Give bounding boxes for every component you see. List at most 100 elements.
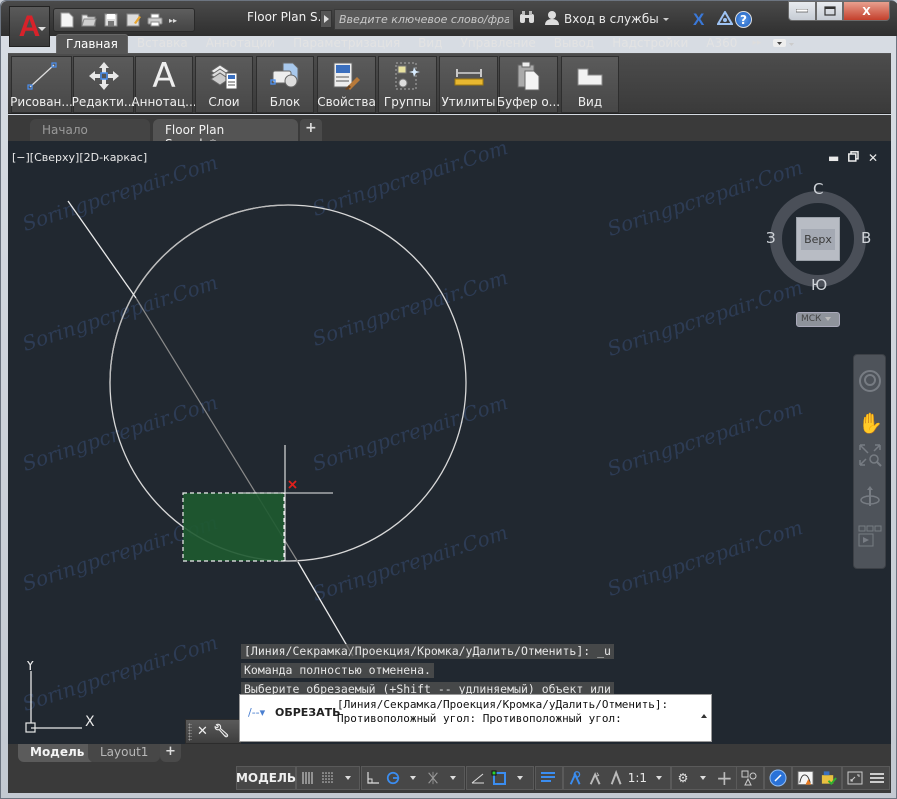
orbit-icon[interactable]: [858, 485, 882, 509]
viewcube-top-face[interactable]: Верх: [796, 217, 840, 261]
add-layout-button[interactable]: +: [160, 744, 181, 762]
line-entity-lower[interactable]: [297, 561, 354, 657]
annotation-scale-icon[interactable]: [609, 768, 623, 788]
a360-icon[interactable]: [716, 10, 734, 29]
tab-a360[interactable]: A360: [697, 34, 746, 54]
search-input[interactable]: [334, 9, 514, 30]
file-tab-floor-plan[interactable]: Floor Plan Sample*✕: [153, 119, 298, 151]
compass-south[interactable]: Ю: [811, 276, 827, 294]
tab-addins[interactable]: Надстройки: [603, 34, 697, 54]
grid-icon[interactable]: [301, 768, 315, 788]
pan-hand-icon[interactable]: ✋: [858, 411, 883, 435]
minimize-button[interactable]: [788, 1, 816, 21]
ortho-icon[interactable]: [366, 768, 380, 788]
application-menu-button[interactable]: A: [9, 6, 50, 47]
groups-icon: [392, 61, 424, 91]
object-snap-tracking-icon[interactable]: [471, 768, 485, 788]
plot-icon[interactable]: [146, 11, 164, 29]
ribbon-properties-panel[interactable]: Свойства: [317, 56, 376, 113]
steering-wheel-icon[interactable]: [858, 369, 882, 393]
ribbon-draw-panel[interactable]: Рисован...: [10, 56, 73, 113]
drag-handle[interactable]: [188, 722, 192, 741]
wcs-menu-button[interactable]: МСК: [796, 312, 840, 327]
close-icon[interactable]: ✕: [197, 724, 208, 739]
tab-manage[interactable]: Управление: [452, 34, 545, 54]
tab-annotate[interactable]: Аннотации: [197, 34, 284, 54]
annotation-scale-value[interactable]: 1:1: [628, 768, 647, 788]
file-tab-start[interactable]: Начало: [30, 119, 150, 141]
help-button[interactable]: ?: [735, 11, 752, 28]
viewcube[interactable]: Верх С Ю В З: [766, 180, 871, 294]
ribbon-minimize-button[interactable]: [767, 34, 801, 54]
isodraft-icon[interactable]: [426, 768, 440, 788]
user-icon[interactable]: [544, 10, 560, 30]
auto-scale-icon[interactable]: [588, 768, 602, 788]
customization-menu-icon[interactable]: [869, 768, 885, 788]
ribbon-utilities-panel[interactable]: Утилиты: [439, 56, 498, 113]
more-tabs-icon[interactable]: ▸▸: [746, 34, 767, 54]
new-icon[interactable]: [58, 11, 76, 29]
command-prompt-text[interactable]: [Линия/Секрамка/Проекция/Кромка/уДалить/…: [337, 698, 668, 726]
isodraft-dropdown[interactable]: [446, 768, 460, 788]
file-tab-start-label: Начало: [42, 123, 88, 137]
layout-tab-model[interactable]: Модель: [18, 744, 97, 762]
command-history-toggle[interactable]: [701, 714, 707, 718]
qat-more-icon[interactable]: ▸▸: [168, 11, 178, 29]
ribbon-view-panel[interactable]: Вид: [561, 56, 619, 113]
compass-east[interactable]: В: [861, 229, 871, 247]
clean-screen-settings-icon[interactable]: [820, 768, 837, 788]
isolate-objects-icon[interactable]: [741, 768, 757, 788]
new-tab-button[interactable]: +: [300, 119, 322, 141]
ribbon-block-panel[interactable]: Блок: [256, 56, 314, 113]
showmotion-icon[interactable]: [858, 525, 882, 549]
tab-home[interactable]: Главная: [56, 34, 128, 54]
ribbon-utilities-label: Утилиты: [441, 95, 496, 109]
gear-icon[interactable]: ⚙: [676, 768, 690, 788]
compass-north[interactable]: С: [813, 180, 823, 198]
ribbon-layers-panel[interactable]: Слои: [195, 56, 253, 113]
ribbon-clipboard-panel[interactable]: Буфер о...: [497, 56, 560, 113]
model-space-group: МОДЕЛЬ: [236, 766, 296, 790]
tab-output[interactable]: Вывод: [545, 34, 603, 54]
save-icon[interactable]: [102, 11, 120, 29]
polar-tracking-dropdown[interactable]: [406, 768, 420, 788]
command-line[interactable]: /‑‑▾ ОБРЕЗАТЬ [Линия/Секрамка/Проекция/К…: [239, 694, 712, 742]
workspace-dropdown[interactable]: [696, 768, 710, 788]
save-as-icon[interactable]: [124, 11, 142, 29]
ribbon-modify-panel[interactable]: Редакти...: [72, 56, 135, 113]
tab-parametric[interactable]: Параметризация: [284, 34, 409, 54]
model-space-button[interactable]: МОДЕЛЬ: [236, 768, 296, 788]
drawing-canvas[interactable]: Soringpcrepair.Com Soringpcrepair.Com So…: [8, 141, 891, 744]
annotation-monitor-icon[interactable]: +: [716, 766, 733, 790]
snap-mode-icon[interactable]: [321, 768, 335, 788]
search-expand-button[interactable]: [320, 10, 332, 28]
open-icon[interactable]: [80, 11, 98, 29]
close-button[interactable]: X: [843, 1, 890, 21]
compass-west[interactable]: З: [766, 229, 776, 247]
command-prompt-icon[interactable]: /‑‑▾: [248, 706, 265, 719]
zoom-extents-icon[interactable]: [858, 443, 882, 467]
performance-tuner-icon[interactable]: [797, 768, 814, 788]
lineweight-icon[interactable]: [540, 768, 556, 788]
line-entity[interactable]: [67, 200, 137, 299]
ribbon-groups-panel[interactable]: Группы: [378, 56, 437, 113]
annotation-scale-dropdown[interactable]: [652, 768, 666, 788]
object-snap-dropdown[interactable]: [513, 768, 527, 788]
maximize-button[interactable]: [816, 1, 843, 21]
hardware-acceleration-icon[interactable]: [769, 768, 787, 788]
binoculars-icon[interactable]: [519, 10, 535, 28]
annotation-visibility-icon[interactable]: [568, 768, 582, 788]
layout-tab-layout1[interactable]: Layout1: [88, 744, 161, 762]
snap-marker-icon: [288, 480, 297, 489]
object-snap-icon[interactable]: [491, 768, 507, 788]
clean-screen-icon[interactable]: [847, 768, 863, 788]
polar-tracking-icon[interactable]: [386, 768, 400, 788]
ribbon-annotate-panel[interactable]: A Аннотац...: [131, 56, 197, 113]
tab-view[interactable]: Вид: [409, 34, 451, 54]
circle-entity[interactable]: [109, 204, 467, 562]
snap-mode-dropdown[interactable]: [341, 768, 355, 788]
wrench-icon[interactable]: 🔧︎: [213, 724, 230, 739]
signin-button[interactable]: Вход в службы: [564, 12, 669, 26]
tab-insert[interactable]: Вставка: [128, 34, 197, 54]
exchange-apps-icon[interactable]: X: [693, 10, 704, 30]
